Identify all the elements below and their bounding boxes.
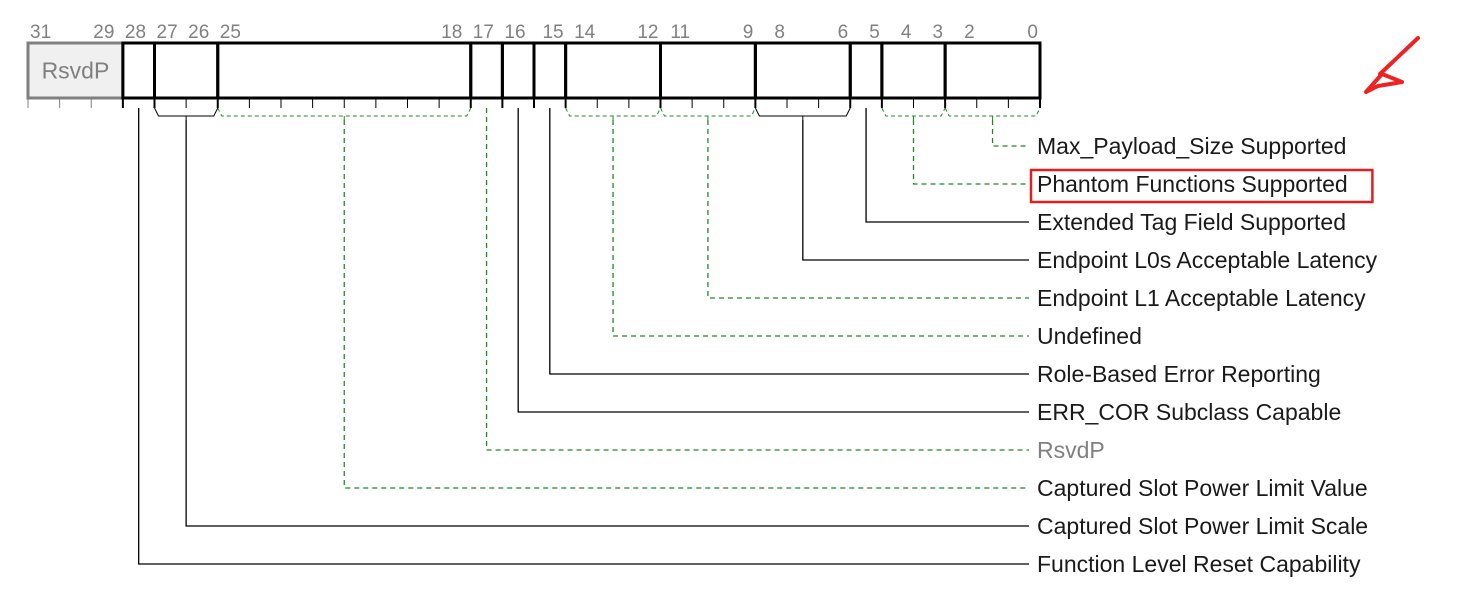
register-field: [471, 43, 503, 98]
bit-number-label: 14: [574, 22, 596, 43]
register-field: [218, 43, 471, 98]
register-field: [661, 43, 756, 98]
leader-line: [993, 120, 1029, 146]
bitfield-diagram: 31 29 28 27 26 25 18 17 16 15 14 12 11 98 65432 0 RsvdP M…: [0, 0, 1473, 604]
bit-number-label: 16: [504, 22, 525, 43]
bit-number-label: 11: [670, 22, 690, 43]
leader-line: [487, 108, 1029, 450]
register-field: [882, 43, 945, 98]
leader-line: [708, 120, 1029, 298]
field-label: Role-Based Error Reporting: [1037, 361, 1321, 387]
register-field: [566, 43, 661, 98]
leader-line: [914, 120, 1030, 184]
field-bracket: [661, 108, 756, 116]
register-field: [534, 43, 566, 98]
field-label: ERR_COR Subclass Capable: [1037, 399, 1341, 425]
bit-number-label: 8: [774, 22, 785, 43]
field-bracket: [755, 108, 850, 116]
bit-number-label: 27: [157, 22, 178, 43]
bit-number-label: 25: [220, 22, 241, 43]
register-field: [502, 43, 534, 98]
field-label: Max_Payload_Size Supported: [1037, 133, 1346, 159]
field-label: Endpoint L0s Acceptable Latency: [1037, 247, 1378, 273]
bit-number-label: 0: [1027, 22, 1038, 43]
bit-number-label: 31: [30, 22, 51, 43]
annotation-arrow-head: [1366, 74, 1402, 92]
annotation-arrow: [1380, 38, 1418, 74]
bit-number-label: 17: [473, 22, 494, 43]
bit-number-label: 3: [933, 22, 944, 43]
bit-number-label: 28: [125, 22, 146, 43]
register-field: [155, 43, 218, 98]
rsvdp-label: RsvdP: [42, 58, 110, 84]
leader-line: [186, 120, 1029, 526]
field-label: Endpoint L1 Acceptable Latency: [1037, 285, 1366, 311]
bit-number-label: 5: [869, 22, 880, 43]
field-bracket: [155, 108, 218, 116]
bit-number-label: 26: [188, 22, 209, 43]
leader-line: [866, 108, 1029, 222]
bit-number-label: 9: [743, 22, 754, 43]
register-field: [945, 43, 1040, 98]
register-field: [850, 43, 882, 98]
field-bracket: [218, 108, 471, 116]
leader-line: [803, 120, 1029, 260]
field-label: Undefined: [1037, 323, 1142, 349]
leader-line: [550, 108, 1029, 374]
bit-number-label: 29: [93, 22, 114, 43]
field-label: Phantom Functions Supported: [1037, 171, 1348, 197]
field-label: Captured Slot Power Limit Value: [1037, 475, 1368, 501]
field-label: Function Level Reset Capability: [1037, 551, 1361, 577]
field-bracket: [945, 108, 1040, 116]
bit-number-label: 6: [838, 22, 849, 43]
bit-number-label: 2: [964, 22, 975, 43]
leader-line: [613, 120, 1029, 336]
field-bracket: [882, 108, 945, 116]
register-field: [123, 43, 155, 98]
field-bracket: [566, 108, 661, 116]
bit-number-label: 4: [901, 22, 912, 43]
register-field: [755, 43, 850, 98]
bit-number-label: 18: [441, 22, 462, 43]
bit-number-label: 15: [542, 22, 563, 43]
bit-number-label: 12: [637, 22, 658, 43]
field-label: Captured Slot Power Limit Scale: [1037, 513, 1368, 539]
field-label: RsvdP: [1037, 437, 1105, 463]
leader-line: [344, 120, 1029, 488]
field-label: Extended Tag Field Supported: [1037, 209, 1346, 235]
